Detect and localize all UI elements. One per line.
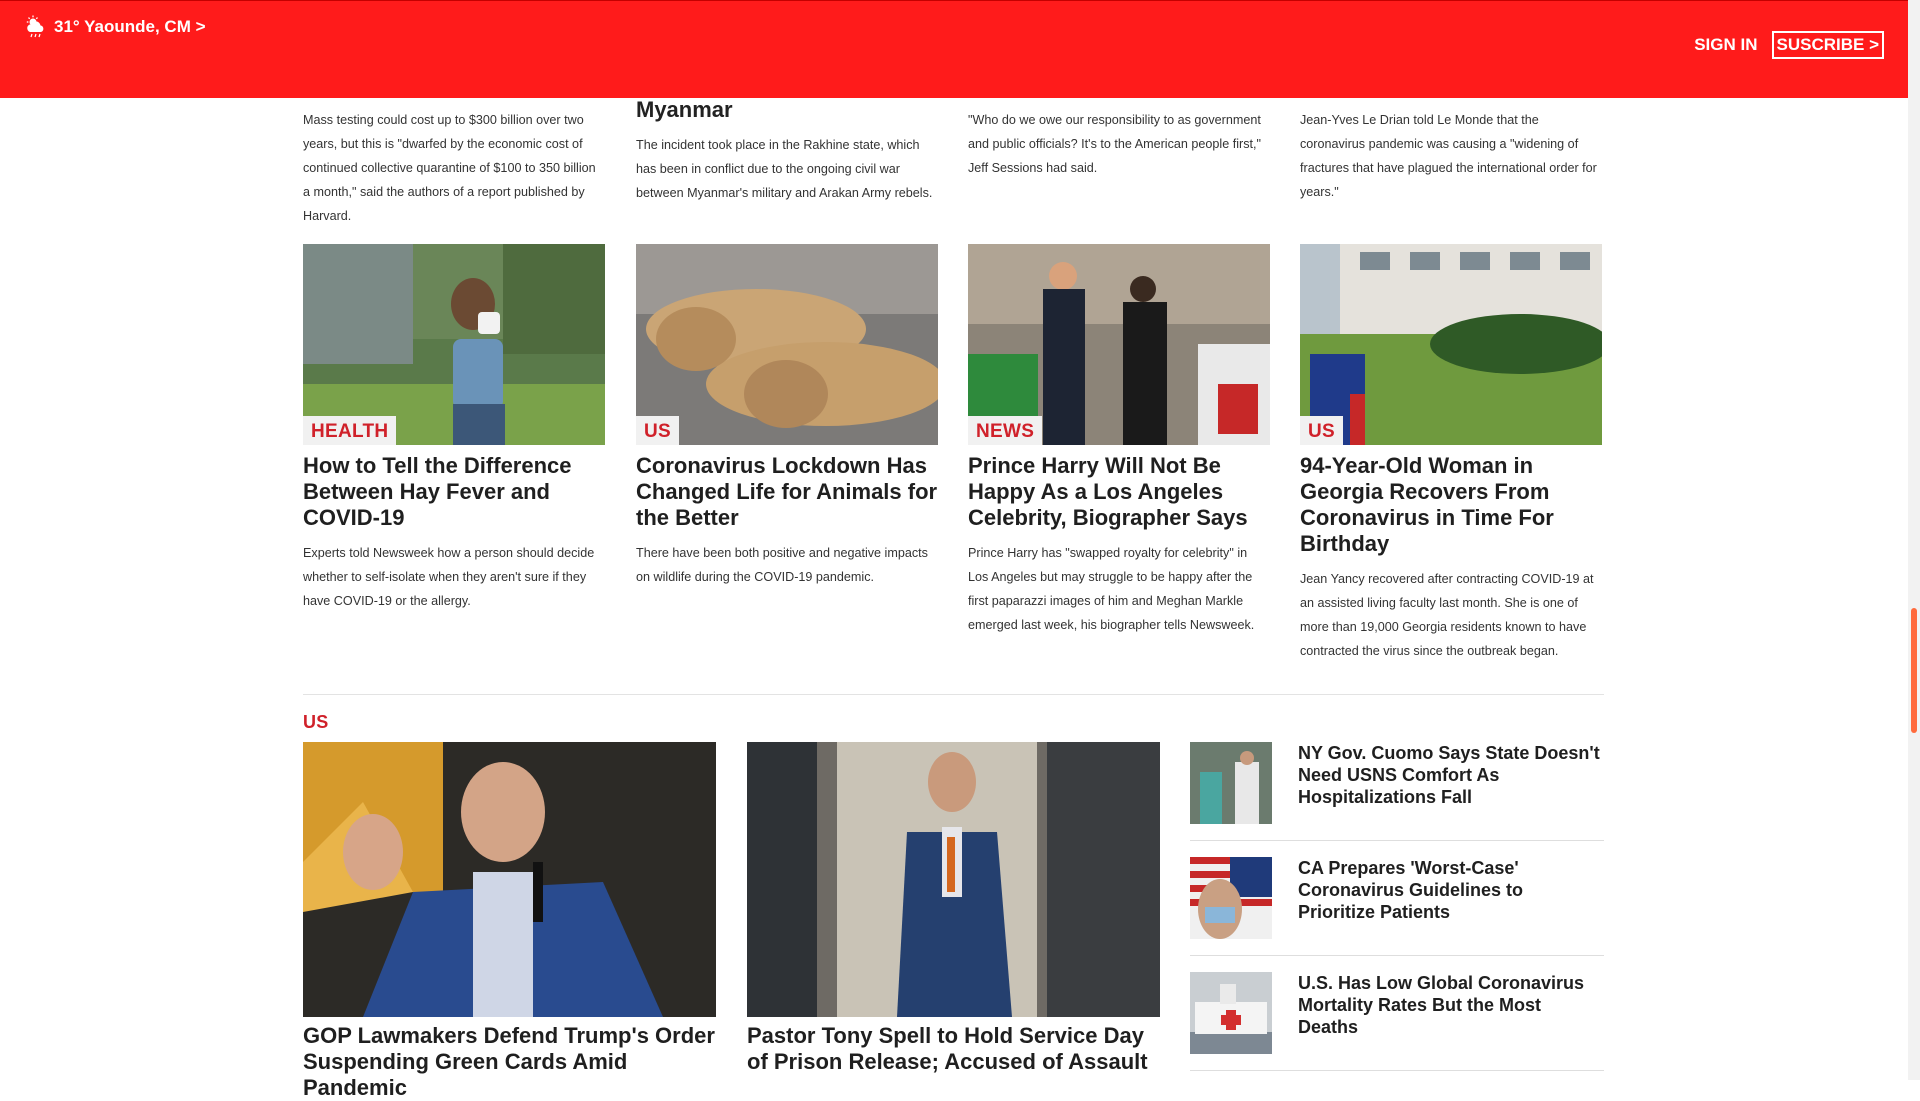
article-image[interactable]: NEWS	[968, 244, 1270, 445]
list-item[interactable]: U.S. Has Low Global Coronavirus Mortalit…	[1190, 972, 1604, 1071]
top-article-1[interactable]: Mass testing could cost up to $300 billi…	[303, 108, 605, 228]
article-image[interactable]: US	[636, 244, 938, 445]
article-title[interactable]: GOP Lawmakers Defend Trump's Order Suspe…	[303, 1023, 716, 1101]
article-title[interactable]: CA Prepares 'Worst-Case' Coronavirus Gui…	[1298, 857, 1604, 939]
article-thumbnail[interactable]	[1190, 972, 1272, 1054]
article-card-prince-harry[interactable]: NEWS Prince Harry Will Not Be Happy As a…	[968, 244, 1270, 637]
article-summary: Prince Harry has "swapped royalty for ce…	[968, 546, 1255, 632]
royal-couple-photo	[968, 244, 1270, 445]
sign-in-link[interactable]: SIGN IN	[1694, 35, 1757, 55]
article-summary: The incident took place in the Rakhine s…	[636, 138, 933, 200]
article-title[interactable]: Myanmar	[636, 97, 938, 123]
article-image[interactable]: HEALTH	[303, 244, 605, 445]
us-lead-article-2[interactable]: Pastor Tony Spell to Hold Service Day of…	[747, 742, 1160, 1075]
article-title[interactable]: Prince Harry Will Not Be Happy As a Los …	[968, 453, 1270, 531]
article-image[interactable]: US	[1300, 244, 1602, 445]
pastor-walking-photo	[747, 742, 1160, 1017]
hospital-staff-photo	[1190, 742, 1272, 824]
article-title[interactable]: How to Tell the Difference Between Hay F…	[303, 453, 605, 531]
hospital-building-photo	[1300, 244, 1602, 445]
article-summary: Experts told Newsweek how a person shoul…	[303, 546, 595, 608]
article-card-animals[interactable]: US Coronavirus Lockdown Has Changed Life…	[636, 244, 938, 589]
article-card-georgia[interactable]: US 94-Year-Old Woman in Georgia Recovers…	[1300, 244, 1602, 663]
article-card-health[interactable]: HEALTH How to Tell the Difference Betwee…	[303, 244, 605, 613]
article-summary: Jean-Yves Le Drian told Le Monde that th…	[1300, 113, 1597, 199]
weather-cloud-icon	[26, 15, 44, 38]
article-summary: "Who do we owe our responsibility to as …	[968, 113, 1261, 175]
scrollbar-thumb[interactable]	[1911, 608, 1917, 733]
article-title[interactable]: U.S. Has Low Global Coronavirus Mortalit…	[1298, 972, 1604, 1054]
top-article-3[interactable]: "Who do we owe our responsibility to as …	[968, 108, 1270, 180]
masked-woman-flag-photo	[1190, 857, 1272, 939]
section-title[interactable]: US	[303, 712, 329, 733]
article-image[interactable]	[303, 742, 716, 1017]
category-label[interactable]: NEWS	[968, 416, 1043, 445]
article-image[interactable]	[747, 742, 1160, 1017]
site-header: 31° Yaounde, CM > SIGN IN SUSCRIBE >	[0, 0, 1908, 98]
top-article-2[interactable]: Myanmar The incident took place in the R…	[636, 97, 938, 205]
article-summary: There have been both positive and negati…	[636, 546, 928, 584]
weather-text: 31° Yaounde, CM >	[54, 17, 206, 36]
hospital-ship-photo	[1190, 972, 1272, 1054]
subscribe-button[interactable]: SUSCRIBE >	[1771, 31, 1884, 59]
category-label[interactable]: HEALTH	[303, 416, 397, 445]
article-title[interactable]: 94-Year-Old Woman in Georgia Recovers Fr…	[1300, 453, 1602, 557]
woman-sneezing-photo	[303, 244, 605, 445]
lions-resting-photo	[636, 244, 938, 445]
article-thumbnail[interactable]	[1190, 857, 1272, 939]
us-side-list: NY Gov. Cuomo Says State Doesn't Need US…	[1190, 742, 1604, 1087]
article-thumbnail[interactable]	[1190, 742, 1272, 824]
section-divider	[303, 694, 1604, 695]
article-title[interactable]: NY Gov. Cuomo Says State Doesn't Need US…	[1298, 742, 1604, 824]
list-item[interactable]: CA Prepares 'Worst-Case' Coronavirus Gui…	[1190, 857, 1604, 956]
page-scrollbar[interactable]	[1908, 0, 1920, 1080]
article-title[interactable]: Coronavirus Lockdown Has Changed Life fo…	[636, 453, 938, 531]
weather-widget[interactable]: 31° Yaounde, CM >	[24, 15, 206, 39]
politician-speaking-photo	[303, 742, 716, 1017]
article-title[interactable]: Pastor Tony Spell to Hold Service Day of…	[747, 1023, 1160, 1075]
account-links: SIGN IN SUSCRIBE >	[1694, 31, 1884, 59]
category-label[interactable]: US	[636, 416, 679, 445]
article-summary: Mass testing could cost up to $300 billi…	[303, 113, 596, 223]
category-label[interactable]: US	[1300, 416, 1343, 445]
article-summary: Jean Yancy recovered after contracting C…	[1300, 572, 1594, 658]
top-article-4[interactable]: Jean-Yves Le Drian told Le Monde that th…	[1300, 108, 1602, 204]
us-lead-article-1[interactable]: GOP Lawmakers Defend Trump's Order Suspe…	[303, 742, 716, 1101]
list-item[interactable]: NY Gov. Cuomo Says State Doesn't Need US…	[1190, 742, 1604, 841]
